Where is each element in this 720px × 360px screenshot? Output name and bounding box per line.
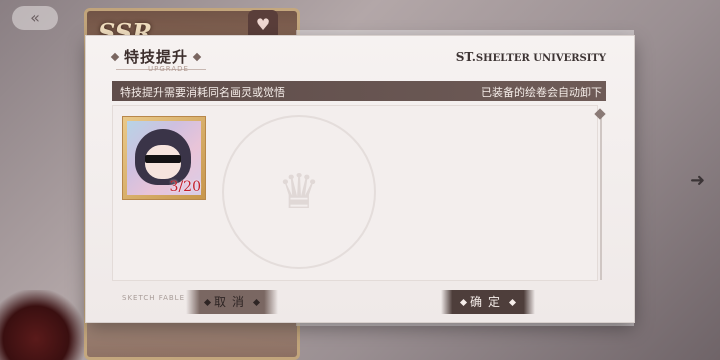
crown-watermark-icon: ♛ (222, 115, 376, 269)
double-chevron-left-icon: « (30, 8, 40, 27)
upgrade-requirement-text: 特技提升需要消耗同名画灵或觉悟 (120, 86, 285, 99)
brand-prefix: ST. (455, 50, 476, 64)
heart-icon: ♥ (255, 15, 271, 34)
confirm-label: 确定 (469, 295, 506, 309)
scrollbar-track[interactable] (600, 112, 602, 280)
material-item-slot[interactable]: 3/20 (122, 116, 206, 200)
dialog-title: 特技提升 (124, 48, 189, 66)
info-bar: 特技提升需要消耗同名画灵或觉悟 已装备的绘卷会自动卸下 (112, 81, 606, 101)
diamond-icon (252, 298, 261, 307)
dialog-subtitle: UPGRADE (148, 65, 189, 73)
brand-logo: ST.SHELTER UNIVERSITY (456, 50, 606, 64)
back-button[interactable]: « (12, 6, 58, 30)
title-diamond-icon (192, 52, 202, 62)
diamond-icon (459, 298, 468, 307)
arrow-right-icon[interactable]: ➜ (690, 170, 705, 191)
title-diamond-icon (110, 52, 120, 62)
diamond-icon (203, 298, 212, 307)
item-count: 3/20 (169, 179, 201, 195)
cancel-button[interactable]: 取消 (186, 290, 278, 314)
diamond-icon (508, 298, 517, 307)
auto-unequip-notice: 已装备的绘卷会自动卸下 (481, 86, 602, 99)
sketch-fable-label: SKETCH FABLE (122, 294, 185, 302)
sunglasses-icon (145, 155, 181, 163)
brand-name: SHELTER UNIVERSITY (475, 53, 606, 64)
skill-upgrade-dialog: 特技提升 UPGRADE ST.SHELTER UNIVERSITY 特技提升需… (86, 36, 634, 322)
rose-decoration (0, 290, 90, 360)
cancel-label: 取消 (213, 295, 250, 309)
confirm-button[interactable]: 确定 (441, 290, 535, 314)
